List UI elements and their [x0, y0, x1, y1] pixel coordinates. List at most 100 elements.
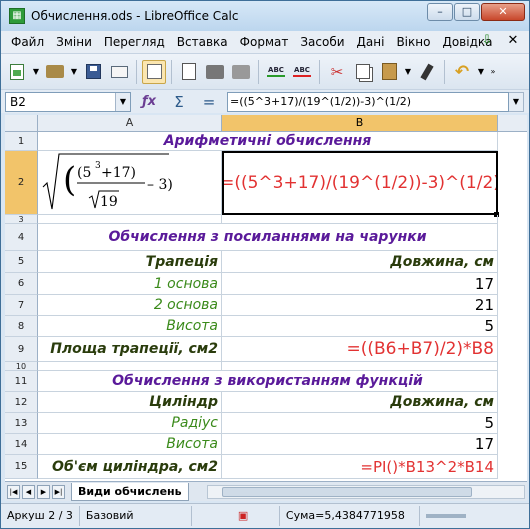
last-sheet-icon[interactable]: ▶| — [52, 484, 65, 499]
cell-a10[interactable] — [38, 362, 222, 371]
cell-a13[interactable]: Радіус — [38, 413, 222, 434]
sheet-tab-active[interactable]: Види обчислень — [71, 482, 189, 501]
cell-b10[interactable] — [222, 362, 498, 371]
sum-icon[interactable]: Σ — [167, 93, 191, 111]
email-button[interactable] — [107, 60, 131, 84]
cell-a11-title[interactable]: Обчислення з використанням функцій — [38, 371, 498, 392]
menu-data[interactable]: Дані — [351, 31, 391, 53]
cell-b5[interactable]: Довжина, см — [222, 251, 498, 273]
cell-b2-formula[interactable]: =((5^3+17)/(19^(1/2))-3)^(1/2) — [222, 151, 498, 215]
cell-b15[interactable]: =PI()*B13^2*B14 — [222, 455, 498, 479]
copy-button[interactable] — [351, 60, 375, 84]
cell-a15[interactable]: Об'єм циліндра, см2 — [38, 455, 222, 479]
first-sheet-icon[interactable]: |◀ — [7, 484, 20, 499]
menu-file[interactable]: Файл — [5, 31, 50, 53]
print-preview-button[interactable] — [229, 60, 253, 84]
new-document-button[interactable] — [5, 60, 29, 84]
cut-button[interactable]: ✂ — [325, 60, 349, 84]
cell-b6[interactable]: 17 — [222, 273, 498, 295]
name-box[interactable]: B2 ▼ — [5, 91, 131, 112]
row-header-2[interactable]: 2 — [5, 151, 38, 215]
menu-view[interactable]: Перегляд — [98, 31, 171, 53]
menu-format[interactable]: Формат — [234, 31, 295, 53]
column-header-a[interactable]: A — [38, 115, 222, 132]
menu-window[interactable]: Вікно — [390, 31, 436, 53]
cell-b14[interactable]: 17 — [222, 434, 498, 455]
row-header-12[interactable]: 12 — [5, 392, 38, 413]
cell-a5[interactable]: Трапеція — [38, 251, 222, 273]
next-sheet-icon[interactable]: ▶ — [37, 484, 50, 499]
zoom-slider[interactable] — [425, 514, 466, 518]
scrollbar-thumb[interactable] — [222, 487, 472, 497]
cell-a12[interactable]: Цилiндр — [38, 392, 222, 413]
download-icon[interactable]: ⇩ — [479, 33, 495, 49]
row-header-5[interactable]: 5 — [5, 251, 38, 273]
svg-text:+17): +17) — [101, 165, 136, 181]
edit-mode-button[interactable] — [142, 59, 166, 84]
close-button[interactable]: ✕ — [481, 3, 525, 21]
prev-sheet-icon[interactable]: ◀ — [22, 484, 35, 499]
function-wizard-icon[interactable]: ƒx — [137, 94, 161, 109]
close-document-icon[interactable]: ✕ — [505, 33, 521, 49]
row-header-11[interactable]: 11 — [5, 371, 38, 392]
expand-formula-icon[interactable]: ▼ — [509, 91, 524, 112]
row-header-13[interactable]: 13 — [5, 413, 38, 434]
cell-a14[interactable]: Висота — [38, 434, 222, 455]
row-header-14[interactable]: 14 — [5, 434, 38, 455]
row-header-7[interactable]: 7 — [5, 295, 38, 316]
cell-a4-title[interactable]: Обчислення з посиланнями на чарунки — [38, 224, 498, 251]
row-header-8[interactable]: 8 — [5, 316, 38, 337]
cell-b12[interactable]: Довжина, см — [222, 392, 498, 413]
page-style[interactable]: Базовий — [80, 506, 192, 526]
cell-b9[interactable]: =((B6+B7)/2)*B8 — [222, 337, 498, 362]
row-header-3[interactable]: 3 — [5, 215, 38, 224]
minimize-button[interactable]: – — [427, 3, 453, 21]
name-box-value[interactable]: B2 — [6, 95, 115, 109]
select-all-corner[interactable] — [5, 115, 38, 132]
toolbar-overflow-button[interactable]: » — [488, 60, 498, 84]
cell-a9[interactable]: Площа трапеції, см2 — [38, 337, 222, 362]
row-header-15[interactable]: 15 — [5, 455, 38, 479]
formula-input[interactable]: =((5^3+17)/(19^(1/2))-3)^(1/2) — [227, 91, 509, 112]
status-bar: Аркуш 2 / 3 Базовий ▣ Сума=5,4384771958 — [1, 503, 529, 528]
cell-a8[interactable]: Висота — [38, 316, 222, 337]
menu-insert[interactable]: Вставка — [171, 31, 234, 53]
open-dropdown-button[interactable]: ▼ — [69, 60, 79, 84]
undo-button[interactable]: ↶ — [450, 60, 474, 84]
row-header-1[interactable]: 1 — [5, 132, 38, 151]
new-dropdown-button[interactable]: ▼ — [31, 60, 41, 84]
clone-formatting-button[interactable] — [415, 60, 439, 84]
cell-b8[interactable]: 5 — [222, 316, 498, 337]
save-button[interactable] — [81, 60, 105, 84]
cell-a1-title[interactable]: Арифметичні обчислення — [38, 132, 498, 151]
column-header-c[interactable] — [498, 115, 527, 132]
row-header-4[interactable]: 4 — [5, 224, 38, 251]
paintbrush-icon — [420, 63, 434, 80]
cell-b13[interactable]: 5 — [222, 413, 498, 434]
spreadsheet-grid[interactable]: A B 1 2 3 4 5 6 7 8 9 10 11 12 13 14 15 … — [5, 115, 527, 481]
undo-dropdown-button[interactable]: ▼ — [476, 60, 486, 84]
maximize-button[interactable]: □ — [454, 3, 480, 21]
autospellcheck-icon: ABC — [293, 66, 311, 77]
formula-icon[interactable]: = — [197, 93, 221, 111]
print-button[interactable] — [203, 60, 227, 84]
autospellcheck-button[interactable]: ABC — [290, 60, 314, 84]
row-header-9[interactable]: 9 — [5, 337, 38, 362]
export-pdf-button[interactable] — [177, 60, 201, 84]
horizontal-scrollbar[interactable] — [207, 485, 525, 499]
cell-b3[interactable] — [222, 215, 498, 224]
cell-b7[interactable]: 21 — [222, 295, 498, 316]
row-header-10[interactable]: 10 — [5, 362, 38, 371]
cell-a7[interactable]: 2 основа — [38, 295, 222, 316]
chevron-down-icon[interactable]: ▼ — [115, 92, 130, 111]
paste-button[interactable] — [377, 60, 401, 84]
cell-a3[interactable] — [38, 215, 222, 224]
paste-dropdown-button[interactable]: ▼ — [403, 60, 413, 84]
column-header-b[interactable]: B — [222, 115, 498, 132]
menu-edit[interactable]: Зміни — [50, 31, 98, 53]
open-button[interactable] — [43, 60, 67, 84]
spellcheck-button[interactable]: ABC — [264, 60, 288, 84]
cell-a6[interactable]: 1 основа — [38, 273, 222, 295]
row-header-6[interactable]: 6 — [5, 273, 38, 295]
menu-tools[interactable]: Засоби — [294, 31, 350, 53]
